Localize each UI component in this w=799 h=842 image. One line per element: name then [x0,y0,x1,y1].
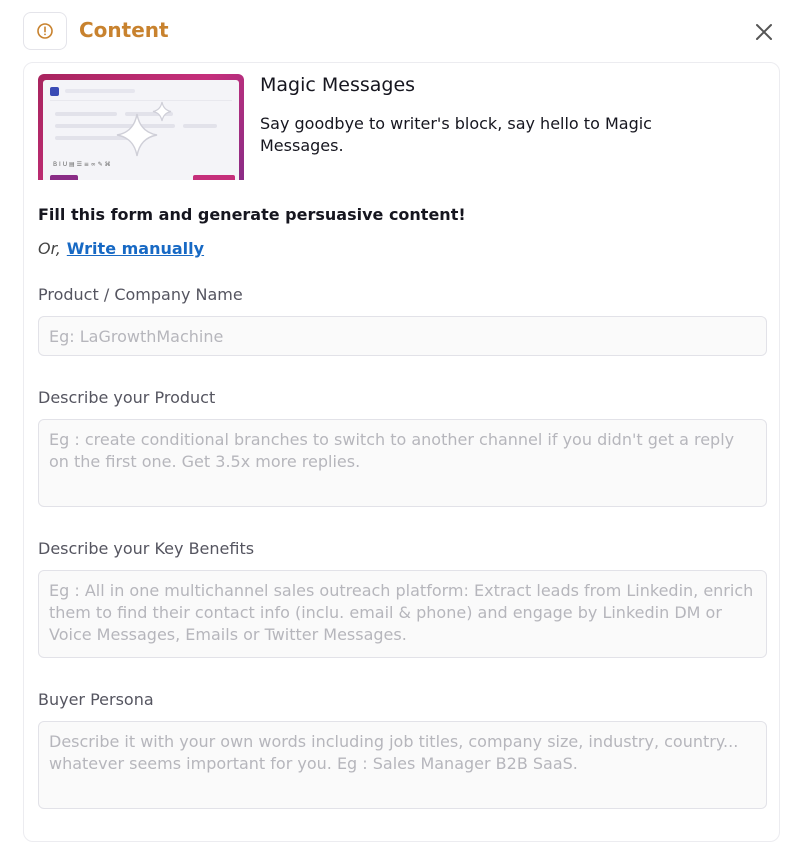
thumbnail-illustration: B I U ▤ ☰ ≡ ∞ ✎ ⌘ [50,87,235,180]
buyer-persona-label: Buyer Persona [38,690,154,709]
svg-text:B I U ▤ ☰ ≡ ∞ ✎ ⌘: B I U ▤ ☰ ≡ ∞ ✎ ⌘ [53,161,111,168]
alert-circle-icon [37,23,53,39]
promo-subtitle: Say goodbye to writer's block, say hello… [260,114,652,155]
close-icon [756,24,772,40]
write-manually-link[interactable]: Write manually [67,239,204,258]
product-description-label: Describe your Product [38,388,216,407]
key-benefits-label: Describe your Key Benefits [38,539,255,558]
manual-option-line: Or, Write manually [38,239,204,258]
form-intro: Fill this form and generate persuasive c… [38,205,466,224]
sparkle-icon [116,113,158,157]
promo-title: Magic Messages [260,74,416,96]
or-label: Or, [38,239,61,258]
linkedin-icon [50,87,59,96]
close-button[interactable] [752,20,776,44]
product-name-input[interactable] [38,316,767,356]
thumbnail-editor-preview: B I U ▤ ☰ ≡ ∞ ✎ ⌘ [43,80,239,180]
panel-header: Content [0,0,799,62]
magic-messages-thumbnail: B I U ▤ ☰ ≡ ∞ ✎ ⌘ [38,74,244,180]
content-card: B I U ▤ ☰ ≡ ∞ ✎ ⌘ Magic Messages Say goo… [23,62,780,842]
buyer-persona-input[interactable] [38,721,767,809]
key-benefits-input[interactable] [38,570,767,658]
page-title: Content [79,18,169,42]
product-name-label: Product / Company Name [38,285,243,304]
header-icon-button[interactable] [23,12,67,50]
product-description-input[interactable] [38,419,767,507]
